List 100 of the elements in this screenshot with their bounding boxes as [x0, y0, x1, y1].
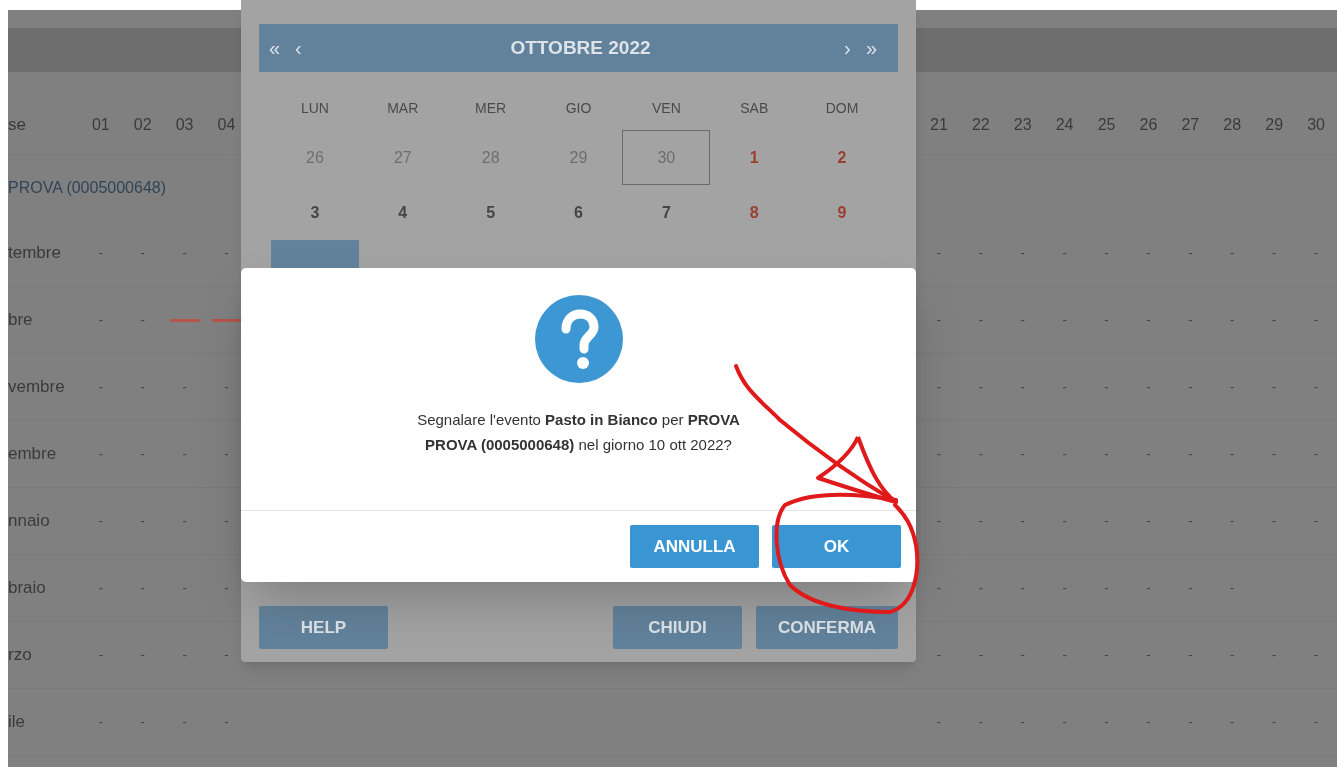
empty-mark: -	[1272, 244, 1277, 263]
empty-mark: -	[1104, 311, 1109, 330]
empty-mark: -	[1313, 244, 1319, 263]
column-header: se	[8, 113, 27, 136]
empty-mark: -	[140, 378, 145, 397]
empty-mark: -	[936, 378, 942, 397]
empty-mark: -	[1313, 512, 1319, 531]
empty-mark: -	[1272, 646, 1277, 665]
empty-mark: -	[1020, 445, 1025, 464]
empty-mark: -	[140, 244, 145, 263]
empty-mark: -	[1020, 646, 1025, 665]
empty-mark: -	[1104, 646, 1109, 665]
empty-mark: -	[1062, 445, 1067, 464]
dialog-button[interactable]: CHIUDI	[613, 606, 742, 649]
month-label: vembre	[8, 376, 66, 399]
empty-mark: -	[936, 646, 942, 665]
empty-mark: -	[224, 579, 229, 598]
person-name: PROVA (0005000648)	[8, 177, 167, 198]
month-label: nnaio	[8, 510, 51, 533]
empty-mark: -	[1146, 378, 1151, 397]
empty-mark: -	[224, 646, 229, 665]
empty-mark: -	[1020, 579, 1025, 598]
calendar-day[interactable]: 2	[798, 130, 886, 185]
empty-mark: -	[1020, 244, 1025, 263]
empty-mark: -	[936, 579, 942, 598]
previous-month-button[interactable]: ‹	[295, 33, 317, 63]
calendar-day[interactable]: 5	[446, 185, 535, 240]
empty-mark: -	[182, 512, 187, 531]
empty-mark: -	[1230, 579, 1235, 598]
empty-mark: -	[1062, 378, 1067, 397]
day-header: 04	[216, 114, 237, 135]
calendar-day[interactable]: 3	[271, 185, 359, 240]
month-label: tembre	[8, 242, 62, 265]
calendar-day[interactable]: 9	[798, 185, 886, 240]
empty-mark: -	[1104, 445, 1109, 464]
empty-mark: -	[140, 579, 145, 598]
empty-mark: -	[1230, 311, 1235, 330]
day-header: 23	[1012, 114, 1033, 135]
month-title[interactable]: OTTOBRE 2022	[317, 33, 844, 63]
dialog-button[interactable]: HELP	[259, 606, 388, 649]
empty-mark: -	[1230, 378, 1235, 397]
empty-mark: -	[1313, 378, 1319, 397]
empty-mark: -	[1020, 378, 1025, 397]
calendar-day[interactable]: 8	[710, 185, 799, 240]
empty-mark: -	[936, 713, 942, 732]
calendar-day[interactable]: 6	[534, 185, 623, 240]
empty-mark: -	[98, 512, 103, 531]
empty-mark: -	[98, 445, 103, 464]
day-header: 28	[1222, 114, 1243, 135]
weekday-label: VEN	[650, 98, 682, 118]
next-month-button[interactable]: ›	[844, 33, 866, 63]
empty-mark: -	[936, 311, 942, 330]
empty-mark: -	[98, 244, 103, 263]
empty-mark: -	[1020, 713, 1025, 732]
cancel-button[interactable]: ANNULLA	[630, 525, 759, 568]
empty-mark: -	[1188, 646, 1193, 665]
empty-mark: -	[182, 713, 187, 732]
empty-mark: -	[1188, 713, 1193, 732]
empty-mark: -	[1020, 311, 1025, 330]
empty-mark: -	[978, 445, 983, 464]
empty-mark: -	[936, 512, 942, 531]
empty-mark: -	[1230, 244, 1235, 263]
empty-mark: -	[1146, 646, 1151, 665]
empty-mark: -	[978, 579, 983, 598]
empty-mark: -	[140, 646, 145, 665]
empty-mark: -	[182, 445, 187, 464]
empty-mark: -	[978, 512, 983, 531]
empty-mark: -	[1146, 244, 1151, 263]
empty-mark: -	[224, 244, 229, 263]
empty-mark: -	[1146, 713, 1151, 732]
empty-mark: -	[978, 378, 983, 397]
next-year-button[interactable]: »	[866, 33, 888, 63]
empty-mark: -	[1313, 311, 1319, 330]
empty-mark: -	[224, 512, 229, 531]
month-label: braio	[8, 577, 47, 600]
empty-mark: -	[1188, 445, 1193, 464]
empty-mark: -	[978, 646, 983, 665]
empty-mark: -	[978, 244, 983, 263]
ok-button[interactable]: OK	[772, 525, 901, 568]
day-header: 29	[1264, 114, 1285, 135]
day-header: 22	[970, 114, 991, 135]
empty-mark: -	[140, 311, 145, 330]
empty-mark: -	[1272, 445, 1277, 464]
empty-mark: -	[978, 713, 983, 732]
previous-year-button[interactable]: «	[269, 33, 291, 63]
empty-mark: -	[1146, 445, 1151, 464]
empty-mark: -	[1313, 713, 1319, 732]
day-header: 25	[1096, 114, 1117, 135]
day-header: 27	[1180, 114, 1201, 135]
weekday-label: SAB	[739, 98, 770, 118]
empty-mark: -	[224, 378, 229, 397]
calendar-day[interactable]: 1	[710, 130, 799, 185]
empty-mark: -	[224, 445, 229, 464]
calendar-day[interactable]: 7	[622, 185, 711, 240]
empty-mark: -	[1230, 445, 1235, 464]
calendar-day[interactable]: 4	[358, 185, 447, 240]
empty-mark: -	[182, 579, 187, 598]
empty-mark: -	[936, 445, 942, 464]
empty-mark: -	[1272, 512, 1277, 531]
dialog-button[interactable]: CONFERMA	[756, 606, 898, 649]
